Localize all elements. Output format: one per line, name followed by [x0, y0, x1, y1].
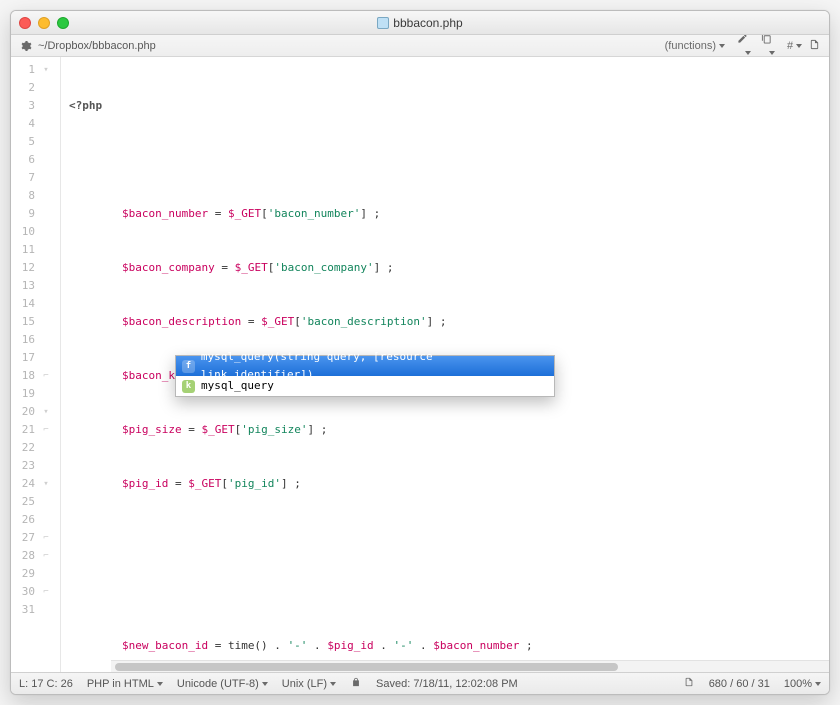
lineending-popup[interactable]: Unix (LF) [282, 678, 336, 690]
toolbar: ~/Dropbox/bbbacon.php (functions) # [11, 35, 829, 57]
path-bar[interactable]: ~/Dropbox/bbbacon.php [38, 40, 665, 52]
editor-window: bbbacon.php ~/Dropbox/bbbacon.php (funct… [10, 10, 830, 695]
functions-popup[interactable]: (functions) [665, 40, 725, 52]
fold-icon[interactable]: ▾ [39, 61, 53, 79]
titlebar[interactable]: bbbacon.php [11, 11, 829, 35]
file-icon [377, 17, 389, 29]
editor-area: 1▾ 2 3 4 5 6 7 8 9 10 11 12 13 14 15 16 … [11, 57, 829, 672]
saved-status: Saved: 7/18/11, 12:02:08 PM [376, 678, 518, 690]
scrollbar-thumb[interactable] [115, 663, 618, 671]
document-icon[interactable] [807, 39, 821, 53]
minimize-icon[interactable] [38, 17, 50, 29]
document-stats-icon[interactable] [683, 677, 695, 690]
autocomplete-label: mysql_query [201, 377, 274, 395]
encoding-popup[interactable]: Unicode (UTF-8) [177, 678, 268, 690]
zoom-popup[interactable]: 100% [784, 678, 821, 690]
lock-icon[interactable] [350, 677, 362, 690]
horizontal-scrollbar[interactable] [111, 660, 829, 672]
gear-icon[interactable] [19, 39, 32, 52]
window-title: bbbacon.php [11, 16, 829, 30]
statusbar: L: 17 C: 26 PHP in HTML Unicode (UTF-8) … [11, 672, 829, 694]
document-counts: 680 / 60 / 31 [709, 678, 770, 690]
keyword-badge-icon: k [182, 380, 195, 393]
close-icon[interactable] [19, 17, 31, 29]
title-text: bbbacon.php [393, 16, 462, 30]
autocomplete-item-selected[interactable]: f mysql_query(string query, [resource li… [176, 356, 554, 376]
cursor-position: L: 17 C: 26 [19, 678, 73, 690]
copy-icon[interactable] [759, 33, 773, 59]
language-popup[interactable]: PHP in HTML [87, 678, 163, 690]
gutter[interactable]: 1▾ 2 3 4 5 6 7 8 9 10 11 12 13 14 15 16 … [11, 57, 61, 672]
traffic-lights [19, 17, 69, 29]
autocomplete-popup[interactable]: f mysql_query(string query, [resource li… [175, 355, 555, 397]
pencil-icon[interactable] [735, 33, 749, 59]
hash-icon[interactable]: # [783, 40, 797, 52]
line-number[interactable]: 1 [11, 61, 39, 79]
function-badge-icon: f [182, 360, 195, 373]
zoom-icon[interactable] [57, 17, 69, 29]
